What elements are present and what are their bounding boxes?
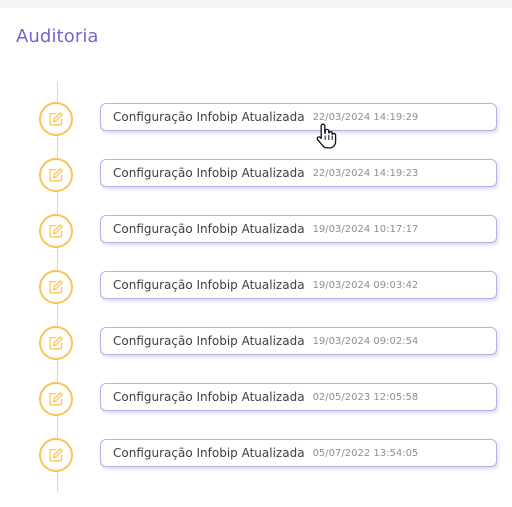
audit-entry-card[interactable]: Configuração Infobip Atualizada 19/03/20… [100,271,497,299]
audit-timeline: Configuração Infobip Atualizada 22/03/20… [0,0,512,507]
timeline-entry: Configuração Infobip Atualizada 05/07/20… [0,437,512,477]
entry-timestamp: 22/03/2024 14:19:23 [312,167,419,179]
entry-timestamp: 19/03/2024 10:17:17 [312,223,419,235]
entry-title: Configuração Infobip Atualizada [113,278,305,292]
timeline-entry: Configuração Infobip Atualizada 02/05/20… [0,381,512,421]
edit-icon [39,102,73,136]
entry-title: Configuração Infobip Atualizada [113,446,305,460]
audit-entry-card[interactable]: Configuração Infobip Atualizada 02/05/20… [100,383,497,411]
entry-timestamp: 19/03/2024 09:03:42 [312,279,419,291]
edit-icon [39,214,73,248]
entry-timestamp: 22/03/2024 14:19:29 [312,111,419,123]
entry-title: Configuração Infobip Atualizada [113,222,305,236]
edit-icon [39,326,73,360]
timeline-entry: Configuração Infobip Atualizada 19/03/20… [0,213,512,253]
entry-title: Configuração Infobip Atualizada [113,110,305,124]
entry-timestamp: 02/05/2023 12:05:58 [312,391,419,403]
entry-title: Configuração Infobip Atualizada [113,334,305,348]
audit-entry-card[interactable]: Configuração Infobip Atualizada 22/03/20… [100,159,497,187]
entry-timestamp: 19/03/2024 09:02:54 [312,335,419,347]
hand-cursor-icon [316,123,337,149]
audit-entry-card[interactable]: Configuração Infobip Atualizada 19/03/20… [100,215,497,243]
entry-title: Configuração Infobip Atualizada [113,390,305,404]
audit-entry-card[interactable]: Configuração Infobip Atualizada 22/03/20… [100,103,497,131]
entry-title: Configuração Infobip Atualizada [113,166,305,180]
audit-entry-card[interactable]: Configuração Infobip Atualizada 05/07/20… [100,439,497,467]
entry-timestamp: 05/07/2022 13:54:05 [312,447,419,459]
edit-icon [39,158,73,192]
timeline-entry: Configuração Infobip Atualizada 22/03/20… [0,157,512,197]
edit-icon [39,382,73,416]
edit-icon [39,270,73,304]
edit-icon [39,438,73,472]
audit-entry-card[interactable]: Configuração Infobip Atualizada 19/03/20… [100,327,497,355]
timeline-entry: Configuração Infobip Atualizada 19/03/20… [0,325,512,365]
timeline-entry: Configuração Infobip Atualizada 19/03/20… [0,269,512,309]
timeline-entry: Configuração Infobip Atualizada 22/03/20… [0,101,512,141]
